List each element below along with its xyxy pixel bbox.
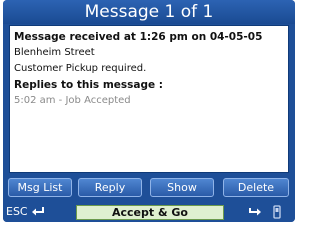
- accept-and-go-button[interactable]: Accept & Go: [76, 205, 224, 220]
- forward-arrow-icon[interactable]: [248, 206, 262, 218]
- return-arrow-icon: [31, 206, 45, 218]
- esc-label: ESC: [6, 205, 28, 218]
- esc-button[interactable]: ESC: [6, 205, 45, 219]
- message-header: Message received at 1:26 pm on 04-05-05: [14, 31, 263, 43]
- phone-icon[interactable]: [272, 205, 282, 219]
- reply-item: 5:02 am - Job Accepted: [14, 95, 131, 106]
- delete-button[interactable]: Delete: [223, 178, 289, 197]
- action-button-row: Msg List Reply Show Delete: [3, 178, 295, 198]
- bottom-right-controls: [248, 204, 288, 220]
- message-panel: Message received at 1:26 pm on 04-05-05 …: [9, 25, 289, 173]
- show-button[interactable]: Show: [150, 178, 214, 197]
- reply-button[interactable]: Reply: [78, 178, 142, 197]
- message-line-address: Blenheim Street: [14, 47, 95, 58]
- msg-list-button[interactable]: Msg List: [8, 178, 72, 197]
- window-title: Message 1 of 1: [3, 0, 295, 24]
- message-line-note: Customer Pickup required.: [14, 63, 147, 74]
- replies-heading: Replies to this message :: [14, 79, 163, 91]
- bottom-bar: ESC Accept & Go: [3, 202, 295, 222]
- message-window: Message 1 of 1 Message received at 1:26 …: [3, 0, 295, 222]
